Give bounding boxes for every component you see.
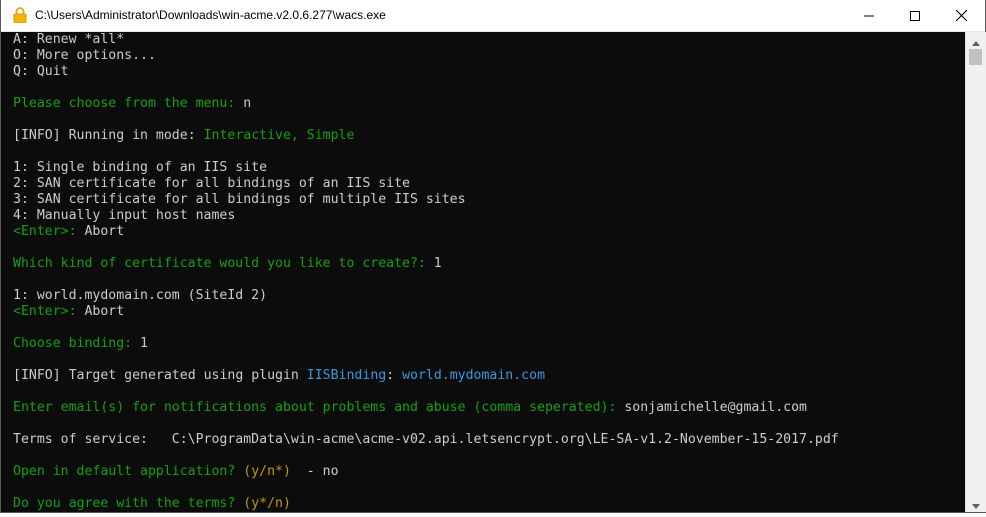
console-text-segment: A: Renew *all* — [13, 32, 125, 47]
vertical-scrollbar[interactable] — [965, 32, 986, 512]
close-icon — [955, 6, 967, 25]
close-button[interactable] — [938, 0, 984, 31]
maximize-button[interactable] — [892, 0, 938, 31]
console-text-segment: Abort — [84, 304, 125, 319]
arrow-down-icon — [972, 494, 980, 513]
console-line: 1: Single binding of an IIS site — [13, 160, 267, 176]
console-text-segment: O: More options... — [13, 48, 156, 63]
console-text-segment: <Enter>: — [13, 224, 85, 239]
console-text-segment: n — [243, 96, 252, 111]
console-text-segment: Which kind of certificate would you like… — [13, 256, 434, 271]
scrollbar-thumb[interactable] — [969, 49, 982, 65]
console-line: Do you agree with the terms? (y*/n) — [13, 496, 291, 512]
console-text-segment: (y/n*) — [243, 464, 291, 479]
console-window: C:\Users\Administrator\Downloads\win-acm… — [0, 0, 986, 513]
console-line: O: More options... — [13, 48, 156, 64]
console-text-segment: IISBinding — [306, 368, 387, 383]
console-text-segment: Abort — [84, 224, 125, 239]
maximize-icon — [910, 6, 920, 25]
console-line: <Enter>: Abort — [13, 224, 124, 240]
console-line: Q: Quit — [13, 64, 69, 80]
console-text-segment: 1 — [433, 256, 442, 271]
console-text-segment: 4: Manually input host names — [13, 208, 236, 223]
console-text-segment: 1 — [140, 336, 148, 351]
console-text-segment: 1: Single binding of an IIS site — [13, 160, 268, 175]
console-line: <Enter>: Abort — [13, 304, 124, 320]
title-bar[interactable]: C:\Users\Administrator\Downloads\win-acm… — [1, 0, 985, 32]
console-text-segment: Do you agree with the terms? — [13, 496, 244, 511]
minimize-icon — [864, 6, 874, 25]
console-text-segment: Q: Quit — [13, 64, 69, 79]
console-text-segment: Choose binding: — [13, 336, 141, 351]
console-line: 4: Manually input host names — [13, 208, 235, 224]
console-text-segment: [ — [13, 128, 21, 143]
console-text-segment: ] Target generated using plugin — [52, 368, 307, 383]
console-output[interactable]: A: Renew *all* O: More options... Q: Quit P… — [1, 32, 965, 512]
console-line: Open in default application? (y/n*) - no — [13, 464, 339, 480]
console-text-segment: INFO — [20, 368, 53, 383]
console-text-segment: Interactive, Simple — [203, 128, 355, 143]
arrow-up-icon — [972, 31, 980, 50]
scroll-down-button[interactable] — [966, 495, 986, 512]
console-text-segment: sonjamichelle@gmail.com — [624, 400, 807, 415]
console-text-segment: Please choose from the menu: — [13, 96, 244, 111]
console-text-segment: INFO — [20, 128, 53, 143]
console-text-segment: Terms of service: C:\ProgramData\win-acm… — [13, 432, 839, 447]
console-text-segment: ] Running in mode: — [52, 128, 204, 143]
console-text-segment: 2: SAN certificate for all bindings of a… — [13, 176, 410, 191]
lock-icon — [13, 7, 27, 23]
console-line: Enter email(s) for notifications about p… — [13, 400, 807, 416]
console-line: [INFO] Running in mode: Interactive, Sim… — [13, 128, 354, 144]
console-line: A: Renew *all* — [13, 32, 124, 48]
console-line: Choose binding: 1 — [13, 336, 148, 352]
console-line: 3: SAN certificate for all bindings of m… — [13, 192, 466, 208]
console-text-segment: - no — [290, 464, 339, 479]
console-line: 1: world.mydomain.com (SiteId 2) — [13, 288, 267, 304]
scroll-up-button[interactable] — [966, 32, 986, 49]
console-text-segment: 1: world.mydomain.com (SiteId 2) — [13, 288, 268, 303]
window-title: C:\Users\Administrator\Downloads\win-acm… — [35, 8, 386, 22]
console-text-segment: 3: SAN certificate for all bindings of m… — [13, 192, 466, 207]
console-line: 2: SAN certificate for all bindings of a… — [13, 176, 410, 192]
console-text-segment: (y*/n) — [243, 496, 291, 511]
console-text-segment: [ — [13, 368, 21, 383]
console-line: [INFO] Target generated using plugin IIS… — [13, 368, 545, 384]
console-text-segment: Open in default application? — [13, 464, 244, 479]
console-text-segment: world.mydomain.com — [402, 368, 546, 383]
console-text-segment: : — [386, 368, 403, 383]
console-text-segment: Enter email(s) for notifications about p… — [13, 400, 625, 415]
console-text-segment: <Enter>: — [13, 304, 85, 319]
console-line: Which kind of certificate would you like… — [13, 256, 442, 272]
console-line: Terms of service: C:\ProgramData\win-acm… — [13, 432, 839, 448]
console-line: Please choose from the menu: n — [13, 96, 251, 112]
minimize-button[interactable] — [846, 0, 892, 31]
